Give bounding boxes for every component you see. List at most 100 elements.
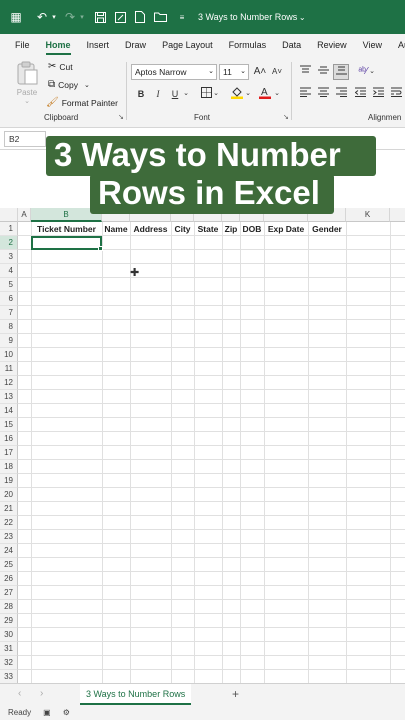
- italic-button[interactable]: I: [151, 87, 165, 101]
- row-header[interactable]: 4: [0, 264, 18, 278]
- row-header[interactable]: 10: [0, 348, 18, 362]
- shrink-font-button[interactable]: A˅: [270, 65, 284, 79]
- row-header[interactable]: 1: [0, 222, 18, 236]
- selected-cell-b2[interactable]: [31, 236, 102, 250]
- bold-button[interactable]: B: [134, 87, 148, 101]
- grow-font-button[interactable]: A˄: [253, 65, 267, 79]
- add-sheet-button[interactable]: +: [232, 687, 239, 701]
- redo-icon[interactable]: ↷: [62, 9, 78, 25]
- align-top-icon[interactable]: [298, 65, 312, 79]
- new-file-icon[interactable]: [132, 9, 148, 25]
- row-header[interactable]: 33: [0, 670, 18, 683]
- font-color-dropdown-icon[interactable]: ⌄: [273, 87, 281, 101]
- underline-dropdown-icon[interactable]: ⌄: [182, 87, 190, 101]
- row-header[interactable]: 8: [0, 320, 18, 334]
- accessibility-icon[interactable]: ▣: [43, 708, 51, 717]
- header-state[interactable]: State: [194, 222, 222, 236]
- row-header[interactable]: 20: [0, 488, 18, 502]
- wrap-text-icon[interactable]: [389, 87, 403, 101]
- sheet-tab-active[interactable]: 3 Ways to Number Rows: [80, 684, 192, 705]
- row-header[interactable]: 17: [0, 446, 18, 460]
- underline-button[interactable]: U: [168, 87, 182, 101]
- row-header[interactable]: 2: [0, 236, 18, 250]
- row-header[interactable]: 26: [0, 572, 18, 586]
- row-header[interactable]: 24: [0, 544, 18, 558]
- font-name-combo[interactable]: Aptos Narrow ⌄: [131, 64, 217, 80]
- header-exp-date[interactable]: Exp Date: [264, 222, 308, 236]
- tab-page-layout[interactable]: Page Layout: [154, 34, 221, 56]
- header-address[interactable]: Address: [130, 222, 171, 236]
- row-header[interactable]: 28: [0, 600, 18, 614]
- row-header[interactable]: 15: [0, 418, 18, 432]
- row-header[interactable]: 32: [0, 656, 18, 670]
- tab-data[interactable]: Data: [274, 34, 309, 56]
- fill-color-dropdown-icon[interactable]: ⌄: [244, 87, 252, 101]
- undo-dropdown-icon[interactable]: ▾: [50, 9, 58, 25]
- row-header[interactable]: 16: [0, 432, 18, 446]
- increase-indent-icon[interactable]: [371, 87, 385, 101]
- row-header[interactable]: 23: [0, 530, 18, 544]
- tab-draw[interactable]: Draw: [117, 34, 154, 56]
- row-header[interactable]: 22: [0, 516, 18, 530]
- align-right-icon[interactable]: [334, 87, 348, 101]
- fill-color-icon[interactable]: [230, 86, 244, 100]
- tab-file[interactable]: File: [0, 34, 38, 56]
- macro-record-icon[interactable]: ⚙: [63, 708, 70, 717]
- row-header[interactable]: 19: [0, 474, 18, 488]
- tab-review[interactable]: Review: [309, 34, 355, 56]
- align-middle-icon[interactable]: [316, 65, 330, 79]
- row-header[interactable]: 12: [0, 376, 18, 390]
- borders-icon[interactable]: [199, 87, 213, 101]
- header-gender[interactable]: Gender: [308, 222, 346, 236]
- row-header[interactable]: 7: [0, 306, 18, 320]
- header-city[interactable]: City: [171, 222, 194, 236]
- header-dob[interactable]: DOB: [240, 222, 264, 236]
- align-center-icon[interactable]: [316, 87, 330, 101]
- row-header[interactable]: 29: [0, 614, 18, 628]
- title-dropdown-icon[interactable]: ⌄: [297, 9, 307, 25]
- edit-icon[interactable]: [112, 9, 128, 25]
- orientation-dropdown-icon[interactable]: ⌄: [368, 65, 376, 79]
- clipboard-launcher-icon[interactable]: ↘: [118, 113, 124, 121]
- customize-toolbar-icon[interactable]: ≡: [174, 9, 190, 25]
- row-header[interactable]: 21: [0, 502, 18, 516]
- format-painter-button[interactable]: 🖌 Format Painter: [46, 97, 118, 108]
- row-header[interactable]: 5: [0, 278, 18, 292]
- redo-dropdown-icon[interactable]: ▾: [78, 9, 86, 25]
- font-size-combo[interactable]: 11 ⌄: [219, 64, 249, 80]
- row-header[interactable]: 11: [0, 362, 18, 376]
- row-header[interactable]: 14: [0, 404, 18, 418]
- open-folder-icon[interactable]: [152, 9, 168, 25]
- tab-insert[interactable]: Insert: [79, 34, 118, 56]
- decrease-indent-icon[interactable]: [353, 87, 367, 101]
- cut-button[interactable]: ✂ Cut: [48, 61, 73, 72]
- tab-automate[interactable]: Autor: [390, 34, 405, 56]
- fill-handle[interactable]: [98, 246, 103, 251]
- align-bottom-icon[interactable]: [333, 64, 349, 80]
- undo-icon[interactable]: ↶: [34, 9, 50, 25]
- paste-button[interactable]: Paste ⌄: [14, 60, 40, 105]
- tab-home[interactable]: Home: [38, 34, 79, 56]
- borders-dropdown-icon[interactable]: ⌄: [212, 87, 220, 101]
- row-header[interactable]: 25: [0, 558, 18, 572]
- row-header[interactable]: 18: [0, 460, 18, 474]
- row-header[interactable]: 6: [0, 292, 18, 306]
- copy-button[interactable]: ⧉ Copy ⌄: [48, 79, 90, 90]
- font-color-icon[interactable]: A: [258, 86, 272, 100]
- align-left-icon[interactable]: [298, 87, 312, 101]
- worksheet-grid[interactable]: A B K 1 2 3 4 5 6 7 8 9 10 11 12 13 14 15 16 17 18 19 20 21 2…: [0, 208, 405, 683]
- header-zip[interactable]: Zip: [222, 222, 240, 236]
- document-title[interactable]: 3 Ways to Number Rows: [198, 12, 297, 22]
- save-icon[interactable]: [92, 9, 108, 25]
- sheet-next-icon[interactable]: ›: [40, 688, 43, 699]
- row-header[interactable]: 27: [0, 586, 18, 600]
- row-header[interactable]: 3: [0, 250, 18, 264]
- tab-formulas[interactable]: Formulas: [221, 34, 275, 56]
- row-header[interactable]: 13: [0, 390, 18, 404]
- header-ticket-number[interactable]: Ticket Number: [31, 222, 102, 236]
- tab-view[interactable]: View: [355, 34, 390, 56]
- header-name[interactable]: Name: [102, 222, 130, 236]
- row-header[interactable]: 30: [0, 628, 18, 642]
- sheet-prev-icon[interactable]: ‹: [18, 688, 21, 699]
- font-launcher-icon[interactable]: ↘: [283, 113, 289, 121]
